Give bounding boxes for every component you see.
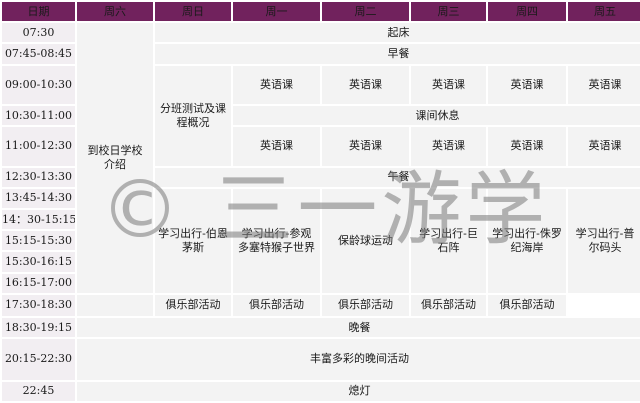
lunch-cell: 午餐: [155, 167, 640, 187]
header-sunday: 周日: [155, 2, 231, 22]
time-cell: 14：30-15:15: [2, 210, 75, 230]
saturday-text: 到校日学校介绍: [87, 144, 143, 172]
time-cell: 16:15-17:00: [2, 273, 75, 293]
wake-up-cell: 起床: [155, 23, 640, 43]
english-class-cell: 英语课: [568, 127, 640, 166]
header-saturday: 周六: [77, 2, 153, 22]
time-cell: 10:30-11:00: [2, 106, 75, 126]
time-cell: 09:00-10:30: [2, 65, 75, 105]
outing-friday-cell: 学习出行-普尔码头: [568, 188, 640, 293]
outing-thursday-cell: 学习出行-侏罗纪海岸: [488, 188, 566, 293]
sunday-morning-text: 分班测试及课程概况: [160, 101, 226, 129]
saturday-cell: 到校日学校介绍: [77, 23, 153, 293]
club-cell: 俱乐部活动: [155, 294, 231, 317]
schedule-table: 日期 周六 周日 周一 周二 周三 周四 周五 07:30 到校日学校介绍 起床…: [0, 0, 640, 403]
sunday-club-cell: [77, 294, 153, 317]
breakfast-cell: 早餐: [155, 44, 640, 64]
english-class-cell: 英语课: [568, 65, 640, 105]
time-cell: 17:30-18:30: [2, 294, 75, 317]
header-monday: 周一: [233, 2, 320, 22]
club-cell: 俱乐部活动: [233, 294, 320, 317]
time-cell: 11:00-12:30: [2, 127, 75, 166]
sunday-afternoon-text: 学习出行-伯恩茅斯: [158, 226, 228, 254]
english-class-cell: 英语课: [488, 127, 566, 166]
time-cell: 07:30: [2, 23, 75, 43]
outing-thursday-text: 学习出行-侏罗纪海岸: [492, 226, 562, 254]
club-cell: 俱乐部活动: [322, 294, 409, 317]
english-class-cell: 英语课: [411, 127, 486, 166]
time-cell: 13:45-14:30: [2, 188, 75, 209]
english-class-cell: 英语课: [488, 65, 566, 105]
time-cell: 07:45-08:45: [2, 44, 75, 64]
english-class-cell: 英语课: [411, 65, 486, 105]
evening-cell: 丰富多彩的晚间活动: [77, 339, 640, 380]
time-cell: 15:30-16:15: [2, 252, 75, 272]
english-class-cell: 英语课: [322, 127, 409, 166]
english-class-cell: 英语课: [233, 127, 320, 166]
outing-monday-cell: 学习出行-参观多塞特猴子世界: [233, 188, 320, 293]
outing-wednesday-text: 学习出行-巨石阵: [419, 226, 478, 254]
outing-tuesday-cell: 保龄球运动: [322, 188, 409, 293]
english-class-cell: 英语课: [233, 65, 320, 105]
sunday-morning-cell: 分班测试及课程概况: [155, 65, 231, 166]
lights-out-cell: 熄灯: [77, 381, 640, 401]
time-cell: 22:45: [2, 381, 75, 401]
outing-monday-text: 学习出行-参观多塞特猴子世界: [238, 226, 315, 254]
time-cell: 15:15-15:30: [2, 231, 75, 251]
break-cell: 课间休息: [233, 106, 640, 126]
header-date: 日期: [2, 2, 75, 22]
sunday-afternoon-cell: 学习出行-伯恩茅斯: [155, 188, 231, 293]
club-cell: 俱乐部活动: [488, 294, 566, 317]
outing-friday-text: 学习出行-普尔码头: [575, 226, 635, 254]
time-cell: 12:30-13:30: [2, 167, 75, 187]
club-cell: 俱乐部活动: [411, 294, 486, 317]
time-cell: 20:15-22:30: [2, 339, 75, 380]
time-cell: 18:30-19:15: [2, 318, 75, 338]
header-tuesday: 周二: [322, 2, 409, 22]
outing-wednesday-cell: 学习出行-巨石阵: [411, 188, 486, 293]
header-friday: 周五: [568, 2, 640, 22]
dinner-cell: 晚餐: [77, 318, 640, 338]
header-thursday: 周四: [488, 2, 566, 22]
header-wednesday: 周三: [411, 2, 486, 22]
english-class-cell: 英语课: [322, 65, 409, 105]
